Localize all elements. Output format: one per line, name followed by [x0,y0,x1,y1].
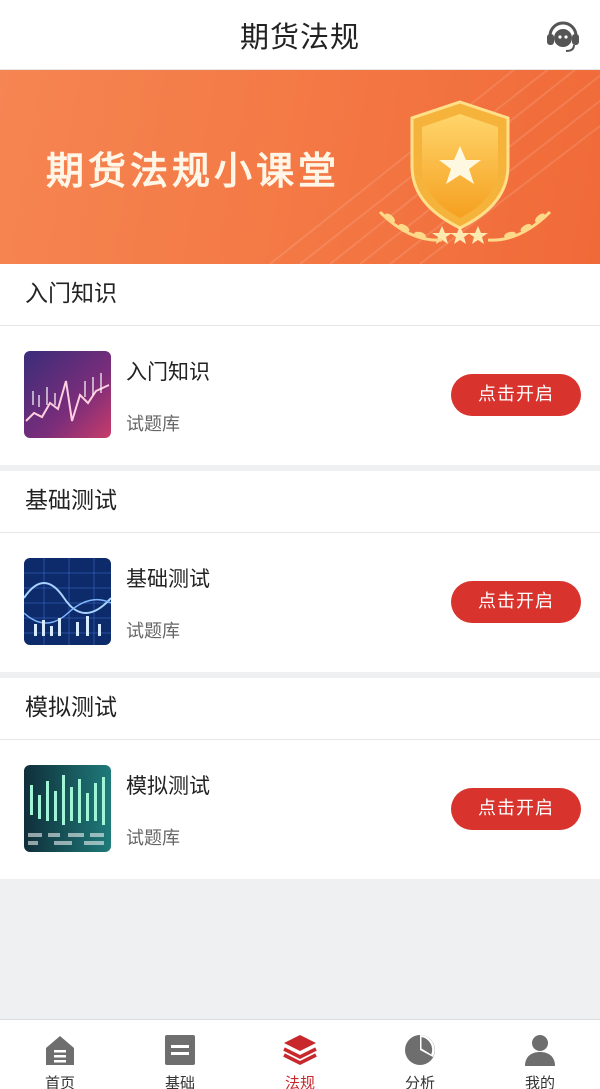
layers-icon [283,1035,317,1065]
tab-label: 我的 [524,1074,555,1089]
tab-basic[interactable]: 基础 [120,1020,240,1089]
section-intro: 入门知识 入门知识 试题库 点击开启 [0,264,600,465]
course-thumbnail [24,558,111,645]
tab-mine[interactable]: 我的 [480,1020,600,1089]
course-item[interactable]: 基础测试 试题库 点击开启 [0,533,600,672]
open-button[interactable]: 点击开启 [451,581,581,623]
course-title: 入门知识 [126,360,210,384]
tab-regulations[interactable]: 法规 [240,1020,360,1089]
tab-label: 法规 [284,1074,315,1089]
shield-star-badge-icon [378,100,552,244]
home-icon [46,1036,74,1065]
user-icon [525,1035,555,1066]
headset-icon[interactable] [544,18,582,54]
course-thumbnail [24,765,111,852]
hero-banner[interactable]: 期货法规小课堂 [0,70,600,264]
section-mock: 模拟测试 模拟测试 试题库 点击开启 [0,678,600,879]
tab-label: 分析 [404,1074,435,1089]
tab-label: 首页 [44,1074,75,1089]
list-icon [165,1035,195,1065]
banner-title: 期货法规小课堂 [46,149,341,193]
course-item[interactable]: 模拟测试 试题库 点击开启 [0,740,600,879]
pie-chart-icon [405,1035,435,1065]
course-title: 模拟测试 [126,774,210,798]
page-title: 期货法规 [239,20,360,54]
open-button[interactable]: 点击开启 [451,788,581,830]
tab-analysis[interactable]: 分析 [360,1020,480,1089]
tab-label: 基础 [164,1074,195,1089]
course-subtitle: 试题库 [126,414,180,435]
course-title: 基础测试 [126,567,210,591]
course-item[interactable]: 入门知识 试题库 点击开启 [0,326,600,465]
section-heading: 入门知识 [0,264,600,326]
bottom-tab-bar: 首页 基础 法规 分析 我的 [0,1019,600,1089]
tab-home[interactable]: 首页 [0,1020,120,1089]
open-button[interactable]: 点击开启 [451,374,581,416]
course-thumbnail [24,351,111,438]
course-subtitle: 试题库 [126,621,180,642]
top-bar: 期货法规 [0,0,600,70]
section-basic: 基础测试 基础测试 试题库 点击开启 [0,471,600,672]
section-heading: 模拟测试 [0,678,600,740]
section-heading: 基础测试 [0,471,600,533]
course-subtitle: 试题库 [126,828,180,849]
